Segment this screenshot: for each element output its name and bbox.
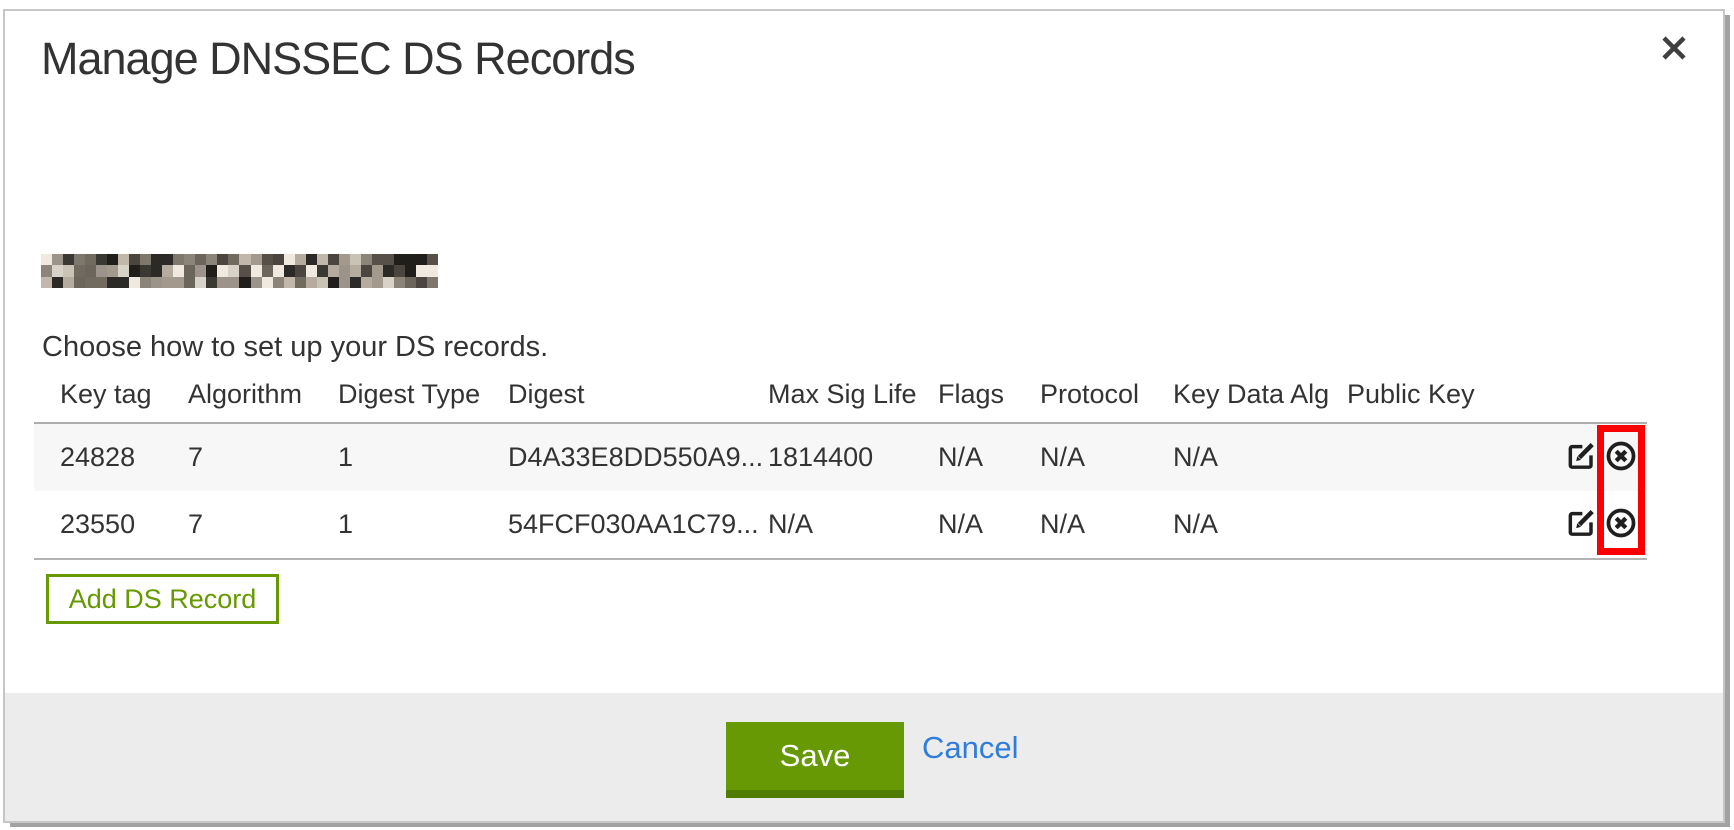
- delete-record-button[interactable]: [1605, 509, 1637, 541]
- column-header: Max Sig Life: [742, 367, 912, 423]
- ds-records-table: Key tagAlgorithmDigest TypeDigestMax Sig…: [34, 367, 1647, 560]
- table-cell: 54FCF030AA1C79...: [482, 491, 742, 559]
- edit-icon: [1565, 507, 1597, 542]
- row-actions-cell: [1495, 491, 1647, 559]
- table-header-row: Key tagAlgorithmDigest TypeDigestMax Sig…: [34, 367, 1647, 423]
- column-header: Key Data Alg: [1147, 367, 1321, 423]
- column-header: Digest Type: [312, 367, 482, 423]
- table-cell: 7: [162, 491, 312, 559]
- add-ds-record-button[interactable]: Add DS Record: [46, 574, 279, 624]
- ds-record-row: 2482871D4A33E8DD550A9...1814400N/AN/AN/A: [34, 423, 1647, 491]
- table-cell: 24828: [34, 423, 162, 491]
- row-actions-cell: [1495, 423, 1647, 491]
- column-header: Digest: [482, 367, 742, 423]
- table-cell: 7: [162, 423, 312, 491]
- column-header: Flags: [912, 367, 1014, 423]
- table-cell: 23550: [34, 491, 162, 559]
- edit-record-button[interactable]: [1565, 442, 1597, 474]
- ds-record-row: 235507154FCF030AA1C79...N/AN/AN/AN/A: [34, 491, 1647, 559]
- delete-record-button[interactable]: [1605, 442, 1637, 474]
- table-cell: 1: [312, 491, 482, 559]
- save-button[interactable]: Save: [726, 722, 904, 798]
- dialog-footer: Save Cancel: [5, 693, 1723, 821]
- dialog-title: Manage DNSSEC DS Records: [41, 33, 635, 85]
- table-cell: D4A33E8DD550A9...: [482, 423, 742, 491]
- column-header: Key tag: [34, 367, 162, 423]
- column-header: Public Key: [1321, 367, 1495, 423]
- edit-icon: [1565, 440, 1597, 475]
- table-cell: N/A: [912, 423, 1014, 491]
- table-cell: [1321, 491, 1495, 559]
- table-cell: 1814400: [742, 423, 912, 491]
- delete-circle-x-icon: [1605, 440, 1637, 475]
- column-header: Algorithm: [162, 367, 312, 423]
- table-cell: N/A: [1014, 491, 1147, 559]
- table-cell: 1: [312, 423, 482, 491]
- instruction-text: Choose how to set up your DS records.: [42, 331, 548, 364]
- edit-record-button[interactable]: [1565, 509, 1597, 541]
- redacted-domain-name: [41, 254, 438, 288]
- column-header: Protocol: [1014, 367, 1147, 423]
- close-icon: [1658, 32, 1690, 67]
- table-cell: N/A: [1147, 423, 1321, 491]
- table-cell: [1321, 423, 1495, 491]
- table-cell: N/A: [1014, 423, 1147, 491]
- table-cell: N/A: [742, 491, 912, 559]
- manage-dnssec-dialog: Manage DNSSEC DS Records Choose how to s…: [3, 9, 1725, 823]
- table-cell: N/A: [912, 491, 1014, 559]
- cancel-link[interactable]: Cancel: [922, 730, 1019, 766]
- delete-circle-x-icon: [1605, 507, 1637, 542]
- close-button[interactable]: [1654, 29, 1694, 69]
- table-cell: N/A: [1147, 491, 1321, 559]
